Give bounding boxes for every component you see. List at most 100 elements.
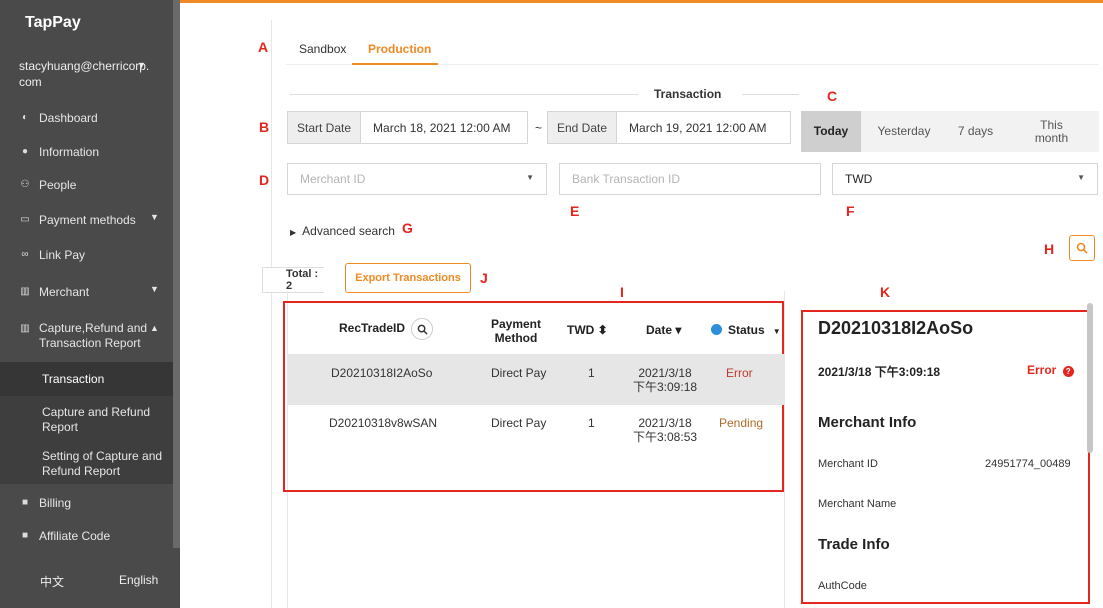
detail-title: D20210318I2AoSo <box>818 318 974 338</box>
start-date-label: Start Date <box>288 112 362 143</box>
currency-value: TWD <box>845 172 873 186</box>
cell-date: 2021/3/18 下午3:08:53 <box>633 416 698 444</box>
user-menu[interactable]: stacyhuang@cherricorp. com ▼ <box>19 58 169 90</box>
sidebar-item-dashboard[interactable]: ◐ Dashboard <box>0 101 173 134</box>
section-title: Transaction <box>654 87 722 101</box>
range-this-month-button[interactable]: This month <box>1004 111 1099 152</box>
chevron-down-icon: ▼ <box>137 60 146 70</box>
sidebar: TapPay stacyhuang@cherricorp. com ▼ ◐ Das… <box>0 0 180 608</box>
merchant-id-label: Merchant ID <box>818 458 878 470</box>
user-email: stacyhuang@cherricorp. com <box>19 59 150 89</box>
trade-info-heading: Trade Info <box>818 536 890 553</box>
merchant-info-heading: Merchant Info <box>818 414 917 431</box>
advanced-search-label: Advanced search <box>302 224 395 238</box>
annotation-j: J <box>480 270 488 286</box>
detail-scrollbar[interactable] <box>1087 303 1093 453</box>
chevron-down-icon: ▼ <box>150 212 159 222</box>
cell-status: Error <box>726 366 753 380</box>
annotation-k: K <box>880 284 891 300</box>
sidebar-item-merchant[interactable]: ▥ Merchant ▼ <box>0 275 173 308</box>
sidebar-item-label: Merchant <box>39 284 90 299</box>
people-icon: ⚇ <box>20 179 30 190</box>
sidebar-subitem-label: Setting of Capture and Refund Report <box>42 449 163 478</box>
sidebar-item-affiliate-code[interactable]: ■ Affiliate Code <box>0 519 173 552</box>
sidebar-item-people[interactable]: ⚇ People <box>0 168 173 201</box>
cell-rectradeid: D20210318I2AoSo <box>331 366 433 380</box>
authcode-label: AuthCode <box>818 580 867 592</box>
annotation-e: E <box>570 203 580 219</box>
app-logo: TapPay <box>25 14 81 31</box>
dropdown-caret-icon: ▼ <box>1077 173 1085 182</box>
merchant-icon: ▥ <box>20 286 30 297</box>
range-today-button[interactable]: Today <box>801 111 861 152</box>
tab-production[interactable]: Production <box>368 42 431 56</box>
sidebar-item-capture-refund[interactable]: ▥ Capture,Refund and Transaction Report ▲ <box>0 317 173 357</box>
start-date-field[interactable]: Start Date March 18, 2021 12:00 AM <box>287 111 528 144</box>
col-header-label: Status <box>728 323 765 337</box>
col-header-payment-method: Payment Method <box>490 317 542 345</box>
sidebar-item-label: Information <box>39 144 100 159</box>
annotation-c: C <box>827 88 838 104</box>
bank-transaction-id-placeholder: Bank Transaction ID <box>572 172 681 186</box>
sidebar-subitem-label: Transaction <box>42 371 105 386</box>
sidebar-item-link-pay[interactable]: ∞ Link Pay <box>0 238 173 271</box>
range-7days-button[interactable]: 7 days <box>947 111 1004 152</box>
start-date-value: March 18, 2021 12:00 AM <box>373 120 511 135</box>
search-icon[interactable] <box>411 318 434 340</box>
cell-date: 2021/3/18 下午3:09:18 <box>633 366 698 394</box>
card-icon: ▭ <box>20 214 30 225</box>
search-button[interactable] <box>1069 235 1095 261</box>
section-divider <box>290 94 638 95</box>
sidebar-item-label: Billing <box>39 495 72 510</box>
chevron-down-icon: ▼ <box>150 284 159 294</box>
table-row[interactable]: D20210318I2AoSo Direct Pay 1 2021/3/18 下… <box>287 354 784 405</box>
status-dot-icon <box>711 324 722 335</box>
merchant-id-select[interactable]: Merchant ID ▼ <box>287 163 547 195</box>
section-divider <box>742 94 799 95</box>
sidebar-subitem-label: Capture and Refund Report <box>42 405 151 434</box>
lang-zh-link[interactable]: 中文 <box>40 573 64 590</box>
bank-transaction-id-input[interactable]: Bank Transaction ID <box>559 163 821 195</box>
sidebar-item-information[interactable]: ● Information <box>0 135 173 168</box>
end-date-field[interactable]: End Date March 19, 2021 12:00 AM <box>547 111 791 144</box>
tab-sandbox[interactable]: Sandbox <box>299 42 346 56</box>
cell-amount: 1 <box>588 366 595 380</box>
annotation-g: G <box>402 220 413 236</box>
dropdown-caret-icon: ▼ <box>526 173 534 182</box>
col-header-rectradeid[interactable]: RecTradeID <box>339 318 434 340</box>
help-icon[interactable]: ? <box>1062 366 1074 377</box>
end-date-label: End Date <box>548 112 618 143</box>
sidebar-item-label: Dashboard <box>39 110 98 125</box>
end-date-value: March 19, 2021 12:00 AM <box>629 120 767 135</box>
sidebar-item-payment-methods[interactable]: ▭ Payment methods ▼ <box>0 203 173 236</box>
range-yesterday-button[interactable]: Yesterday <box>861 111 947 152</box>
sidebar-subitem-transaction[interactable]: Transaction <box>0 362 173 396</box>
date-separator: ~ <box>535 121 543 135</box>
sidebar-item-billing[interactable]: ■ Billing <box>0 486 173 519</box>
col-header-twd[interactable]: TWD ⬍ <box>567 323 608 337</box>
cell-status: Pending <box>719 416 764 430</box>
sidebar-subitem-capture-refund-report[interactable]: Capture and Refund Report <box>0 396 173 439</box>
currency-select[interactable]: TWD ▼ <box>832 163 1098 195</box>
merchant-name-label: Merchant Name <box>818 498 897 510</box>
annotation-h: H <box>1044 241 1055 257</box>
export-transactions-button[interactable]: Export Transactions <box>345 263 471 293</box>
col-header-date[interactable]: Date ▾ <box>646 323 681 337</box>
search-icon <box>1076 242 1088 254</box>
sidebar-item-label: Affiliate Code <box>39 528 111 543</box>
sidebar-item-label: Capture,Refund and Transaction Report <box>39 321 148 350</box>
caret-right-icon: ▶ <box>290 228 297 237</box>
sidebar-item-label: People <box>39 177 77 192</box>
sidebar-subitem-setting-report[interactable]: Setting of Capture and Refund Report <box>0 439 173 484</box>
report-icon: ▥ <box>20 323 30 334</box>
sidebar-scrollbar[interactable] <box>173 0 180 548</box>
total-count: Total : 2 <box>262 267 324 293</box>
annotation-b: B <box>259 119 270 135</box>
col-header-status[interactable]: Status ▼ <box>711 323 781 339</box>
advanced-search-toggle[interactable]: ▶ Advanced search <box>290 224 395 238</box>
lang-en-link[interactable]: English <box>119 573 158 587</box>
quick-range-selector: Today Yesterday 7 days This month <box>801 111 1099 152</box>
table-row[interactable]: D20210318v8wSAN Direct Pay 1 2021/3/18 下… <box>287 405 784 456</box>
detail-status: Error ? <box>1027 363 1074 377</box>
annotation-a: A <box>258 39 269 55</box>
